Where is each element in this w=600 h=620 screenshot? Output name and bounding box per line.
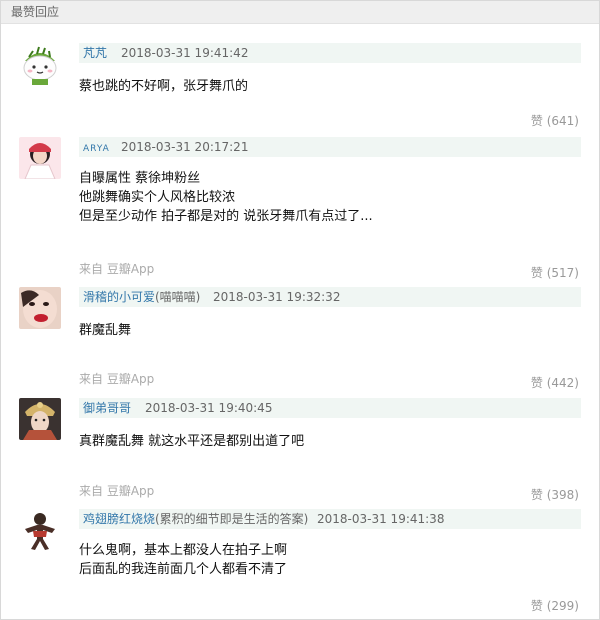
- comment-meta: 御弟哥哥 2018-03-31 19:40:45: [79, 398, 581, 418]
- comment-time: 2018-03-31 20:17:21: [121, 140, 249, 154]
- like-label: 赞: [530, 488, 543, 502]
- comment-meta: 鸡翅膀红烧烧 (累积的细节即是生活的答案) 2018-03-31 19:41:3…: [79, 509, 581, 529]
- comment-content: 群魔乱舞: [79, 321, 131, 340]
- comment-source: 来自 豆瓣App: [79, 262, 155, 276]
- like-label: 赞: [530, 114, 543, 128]
- comment-line: 自曝属性 蔡徐坤粉丝: [79, 171, 201, 186]
- watermelon-avatar-icon: [19, 43, 61, 85]
- face-avatar-icon: [19, 287, 61, 329]
- comment-content: 自曝属性 蔡徐坤粉丝 他跳舞确实个人风格比较浓 但是至少动作 拍子都是对的 说张…: [79, 169, 373, 226]
- dancer-avatar-icon: [19, 509, 61, 551]
- comment-content: 蔡也跳的不好啊，张牙舞爪的: [79, 77, 248, 96]
- author-link[interactable]: 鸡翅膀红烧烧: [83, 511, 155, 527]
- comment-content: 真群魔乱舞 就这水平还是都别出道了吧: [79, 432, 304, 451]
- comment-line: 蔡也跳的不好啊，张牙舞爪的: [79, 79, 249, 94]
- author-signature: (累积的细节即是生活的答案): [155, 512, 309, 526]
- author-link[interactable]: 芃芃: [83, 45, 107, 61]
- like-button[interactable]: 赞 (442): [531, 375, 579, 391]
- avatar[interactable]: [19, 43, 61, 85]
- costume-avatar-icon: [19, 398, 61, 440]
- comment-source: 来自 豆瓣App: [79, 372, 155, 386]
- like-count: (517): [546, 266, 579, 280]
- comment-source: 来自 豆瓣App: [79, 484, 155, 498]
- like-label: 赞: [530, 376, 543, 390]
- comment-line: 他跳舞确实个人风格比较浓: [79, 190, 236, 205]
- like-label: 赞: [530, 599, 543, 613]
- author-link[interactable]: 御弟哥哥: [83, 400, 131, 416]
- section-header: 最赞回应: [1, 1, 599, 24]
- comment-time: 2018-03-31 19:40:45: [145, 401, 273, 415]
- author-signature: (喵喵喵): [155, 290, 201, 304]
- like-count: (299): [546, 599, 579, 613]
- like-button[interactable]: 赞 (641): [531, 113, 579, 129]
- comments-panel: 最赞回应 芃芃 2018-03-31 19:41:42 蔡也跳的不好啊，张牙舞爪…: [0, 0, 600, 620]
- like-button[interactable]: 赞 (398): [531, 487, 579, 503]
- comment-line: 群魔乱舞: [79, 323, 132, 338]
- avatar[interactable]: [19, 509, 61, 551]
- avatar[interactable]: [19, 137, 61, 179]
- like-label: 赞: [530, 266, 543, 280]
- like-count: (398): [546, 488, 579, 502]
- like-button[interactable]: 赞 (299): [531, 598, 579, 614]
- comment-meta: 滑稽的小可爱 (喵喵喵) 2018-03-31 19:32:32: [79, 287, 581, 307]
- comment-line: 什么鬼啊，基本上都没人在拍子上啊: [79, 543, 288, 558]
- section-title: 最赞回应: [11, 5, 60, 19]
- comment-meta: ARYA 2018-03-31 20:17:21: [79, 137, 581, 157]
- avatar[interactable]: [19, 287, 61, 329]
- comment-line: 后面乱的我连前面几个人都看不清了: [79, 562, 288, 577]
- author-link[interactable]: 滑稽的小可爱: [83, 289, 155, 305]
- comment-time: 2018-03-31 19:32:32: [213, 290, 341, 304]
- comment-time: 2018-03-31 19:41:38: [317, 512, 445, 526]
- author-link[interactable]: ARYA: [83, 141, 110, 157]
- like-count: (442): [546, 376, 579, 390]
- comment-line: 但是至少动作 拍子都是对的 说张牙舞爪有点过了...: [79, 209, 373, 224]
- comment-time: 2018-03-31 19:41:42: [121, 46, 249, 60]
- like-count: (641): [546, 114, 579, 128]
- avatar[interactable]: [19, 398, 61, 440]
- comment-content: 什么鬼啊，基本上都没人在拍子上啊 后面乱的我连前面几个人都看不清了: [79, 541, 287, 579]
- like-button[interactable]: 赞 (517): [531, 265, 579, 281]
- comment-line: 真群魔乱舞 就这水平还是都别出道了吧: [79, 434, 305, 449]
- girl-avatar-icon: [19, 137, 61, 179]
- comment-meta: 芃芃 2018-03-31 19:41:42: [79, 43, 581, 63]
